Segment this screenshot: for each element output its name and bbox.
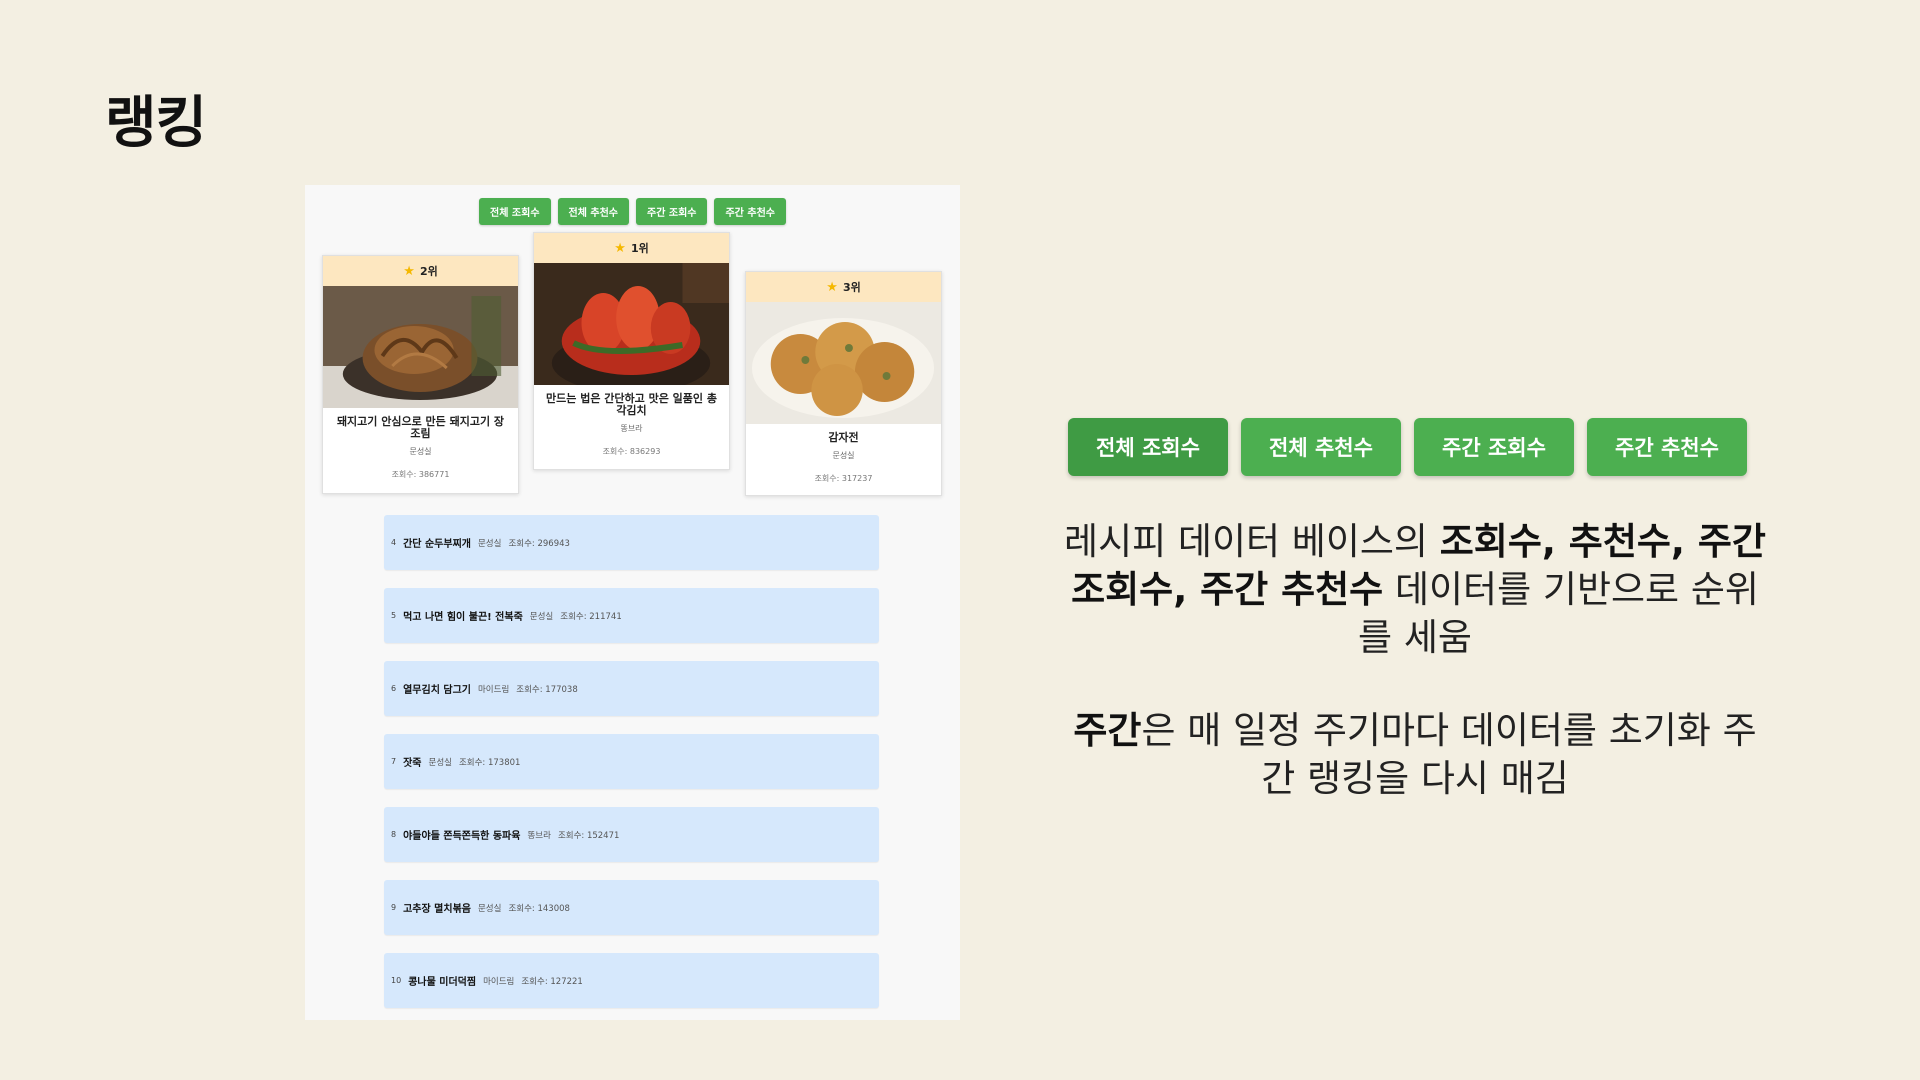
recipe-author: 문성실 (477, 903, 502, 914)
recipe-views: 조회수: 173801 (458, 757, 521, 768)
recipe-views: 조회수: 143008 (508, 903, 570, 914)
tab-total-likes-large[interactable]: 전체 추천수 (1241, 418, 1401, 476)
desc-text: 데이터를 기반으로 순위를 세움 (1358, 568, 1759, 659)
recipe-views: 조회수: 836293 (602, 447, 661, 456)
recipe-name: 고추장 멸치볶음 (403, 904, 471, 915)
recipe-author: 문성실 (832, 451, 855, 460)
tab-weekly-views[interactable]: 주간 조회수 (636, 198, 708, 225)
rank-card-1[interactable]: ★ 1위 만드는 법은 간단하고 맛은 일품인 총각김치 똥브라 조회수: 83… (533, 232, 730, 470)
recipe-name: 콩나물 미더덕찜 (408, 977, 477, 988)
list-item[interactable]: 7 잣죽 문성실 조회수: 173801 (384, 734, 879, 789)
rank-number: 5 (391, 611, 397, 620)
rank-label: 1위 (630, 242, 649, 255)
list-item[interactable]: 10 콩나물 미더덕찜 마이드림 조회수: 127221 (384, 953, 879, 1008)
recipe-author: 문성실 (428, 757, 452, 768)
recipe-name: 감자전 (828, 431, 859, 444)
rank-number: 8 (391, 830, 397, 839)
tab-weekly-views-large[interactable]: 주간 조회수 (1414, 418, 1574, 476)
description-paragraph-1: 레시피 데이터 베이스의 조회수, 추천수, 주간 조회수, 주간 추천수 데이… (1060, 518, 1770, 662)
tab-total-views-large[interactable]: 전체 조회수 (1068, 418, 1228, 476)
recipe-name: 먹고 나면 힘이 불끈! 전복죽 (403, 612, 523, 623)
rank-label: 2위 (419, 265, 438, 278)
recipe-name: 열무김치 담그기 (403, 685, 471, 696)
rank-number: 7 (391, 757, 397, 766)
recipe-name: 잣죽 (403, 758, 422, 769)
rank-number: 6 (391, 684, 397, 693)
enlarged-ranking-tabs: 전체 조회수 전체 추천수 주간 조회수 주간 추천수 (1068, 418, 1747, 476)
desc-highlight: 주간 (1073, 709, 1142, 752)
recipe-views: 조회수: 386771 (391, 470, 450, 479)
rank-number: 10 (391, 976, 402, 985)
desc-text: 은 매 일정 주기마다 데이터를 초기화 주간 랭킹을 다시 매김 (1141, 709, 1757, 800)
ranking-tabs: 전체 조회수 전체 추천수 주간 조회수 주간 추천수 (305, 198, 960, 225)
recipe-author: 문성실 (477, 538, 502, 549)
rank-badge: ★ 3위 (746, 272, 941, 302)
recipe-views: 조회수: 177038 (516, 684, 578, 695)
recipe-name: 야들야들 쫀득쫀득한 동파육 (403, 831, 521, 842)
description-paragraph-2: 주간은 매 일정 주기마다 데이터를 초기화 주간 랭킹을 다시 매김 (1060, 707, 1770, 803)
list-item[interactable]: 4 간단 순두부찌개 문성실 조회수: 296943 (384, 515, 879, 570)
recipe-name: 간단 순두부찌개 (403, 539, 471, 550)
star-icon: ★ (403, 263, 415, 279)
recipe-views: 조회수: 127221 (521, 976, 583, 987)
recipe-name: 만드는 법은 간단하고 맛은 일품인 총각김치 (546, 392, 717, 417)
rank-label: 3위 (842, 281, 861, 294)
recipe-author: 문성실 (409, 447, 432, 456)
ranking-page-screenshot: 전체 조회수 전체 추천수 주간 조회수 주간 추천수 ★ 2위 돼지고기 안심… (305, 185, 960, 1020)
slide-title: 랭킹 (105, 91, 207, 156)
recipe-photo (534, 263, 729, 385)
rank-number: 4 (391, 538, 397, 547)
tab-total-likes[interactable]: 전체 추천수 (557, 198, 629, 225)
recipe-author: 똥브라 (527, 830, 551, 841)
recipe-views: 조회수: 211741 (560, 611, 622, 622)
recipe-photo (746, 302, 941, 424)
recipe-views: 조회수: 152471 (557, 830, 620, 841)
star-icon: ★ (826, 279, 838, 295)
tab-weekly-likes-large[interactable]: 주간 추천수 (1587, 418, 1747, 476)
rank-badge: ★ 1위 (534, 233, 729, 263)
tab-total-views[interactable]: 전체 조회수 (479, 198, 551, 225)
ranking-list: 4 간단 순두부찌개 문성실 조회수: 296943 5 먹고 나면 힘이 불끈… (384, 515, 879, 1020)
recipe-author: 똥브라 (620, 424, 643, 433)
rank-card-2[interactable]: ★ 2위 돼지고기 안심으로 만든 돼지고기 장조림 문성실 조회수: 3867… (322, 255, 519, 494)
list-item[interactable]: 5 먹고 나면 힘이 불끈! 전복죽 문성실 조회수: 211741 (384, 588, 879, 643)
recipe-author: 마이드림 (483, 976, 515, 987)
list-item[interactable]: 9 고추장 멸치볶음 문성실 조회수: 143008 (384, 880, 879, 935)
desc-text: 레시피 데이터 베이스의 (1064, 520, 1440, 563)
rank-card-3[interactable]: ★ 3위 감자전 문성실 조회수: 317237 (745, 271, 942, 496)
recipe-author: 문성실 (529, 611, 554, 622)
star-icon: ★ (614, 240, 626, 256)
list-item[interactable]: 8 야들야들 쫀득쫀득한 동파육 똥브라 조회수: 152471 (384, 807, 879, 862)
recipe-name: 돼지고기 안심으로 만든 돼지고기 장조림 (336, 415, 505, 440)
recipe-photo (323, 286, 518, 408)
rank-badge: ★ 2위 (323, 256, 518, 286)
list-item[interactable]: 6 열무김치 담그기 마이드림 조회수: 177038 (384, 661, 879, 716)
recipe-author: 마이드림 (477, 684, 510, 695)
tab-weekly-likes[interactable]: 주간 추천수 (714, 198, 786, 225)
rank-number: 9 (391, 903, 397, 912)
recipe-views: 조회수: 296943 (508, 538, 570, 549)
recipe-views: 조회수: 317237 (814, 474, 873, 483)
